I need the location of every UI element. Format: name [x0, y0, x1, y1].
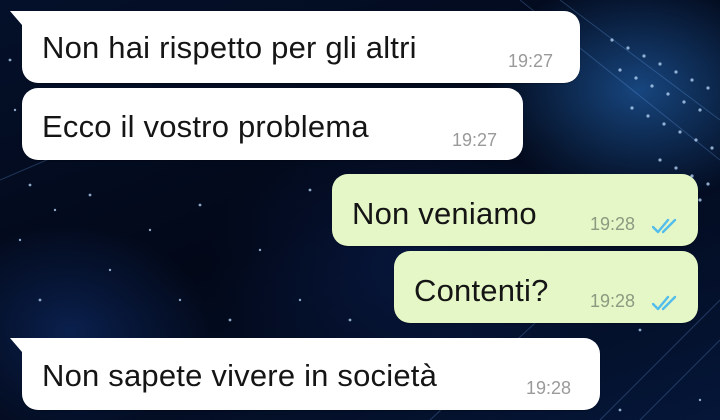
message-timestamp: 19:28 — [526, 378, 572, 398]
message-timestamp: 19:27 — [508, 51, 554, 71]
message-timestamp: 19:28 — [590, 214, 636, 234]
double-check-icon — [652, 295, 677, 311]
message-bubble-incoming[interactable]: Ecco il vostro problema 19:27 — [22, 88, 523, 160]
message-bubble-incoming[interactable]: Non hai rispetto per gli altri 19:27 — [10, 11, 580, 83]
message-timestamp: 19:28 — [590, 291, 636, 311]
message-bubble-outgoing[interactable]: Non veniamo 19:28 — [332, 174, 698, 246]
message-bubble-outgoing[interactable]: Contenti? 19:28 — [394, 251, 698, 323]
message-timestamp: 19:27 — [452, 130, 498, 150]
message-text: Non veniamo — [352, 196, 537, 231]
message-text: Ecco il vostro problema — [42, 109, 369, 144]
double-check-icon — [652, 218, 677, 234]
message-text: Non sapete vivere in società — [42, 358, 438, 393]
message-bubble-incoming[interactable]: Non sapete vivere in società 19:28 — [10, 338, 600, 410]
message-text: Contenti? — [414, 273, 549, 308]
message-text: Non hai rispetto per gli altri — [42, 30, 417, 65]
